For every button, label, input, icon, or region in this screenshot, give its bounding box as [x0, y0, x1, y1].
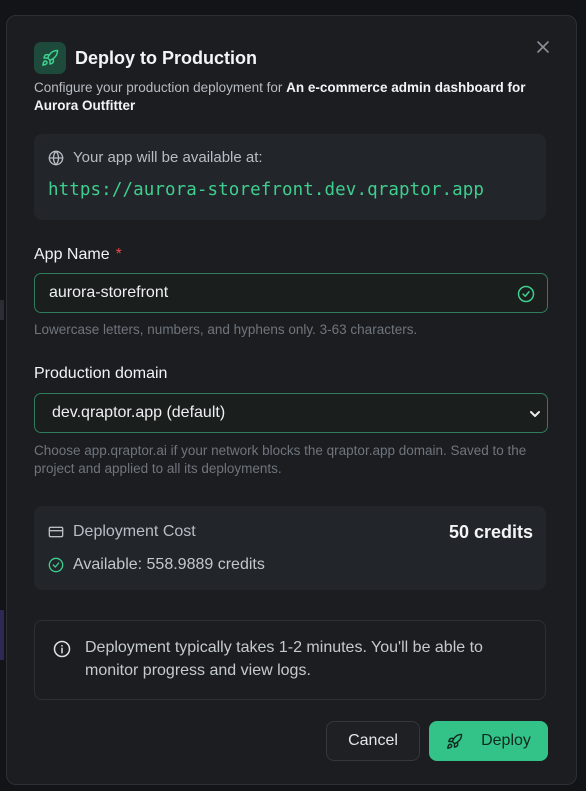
url-label: Your app will be available at:: [48, 149, 263, 166]
info-icon: [53, 640, 71, 658]
cancel-button-label: Cancel: [348, 732, 398, 749]
dialog-subtitle: Configure your production deployment for…: [34, 79, 534, 115]
app-name-help: Lowercase letters, numbers, and hyphens …: [34, 322, 418, 337]
close-icon[interactable]: [536, 40, 550, 54]
app-name-label: App Name *: [34, 246, 122, 264]
subtitle-prefix: Configure your production deployment for: [34, 80, 287, 95]
deploy-button-label: Deploy: [481, 732, 531, 749]
dialog-header: Deploy to Production: [34, 42, 257, 74]
domain-select[interactable]: dev.qraptor.app (default): [34, 393, 548, 433]
credit-card-icon: [48, 526, 64, 538]
app-name-label-text: App Name: [34, 246, 110, 263]
required-mark: *: [115, 246, 122, 263]
info-notice: Deployment typically takes 1-2 minutes. …: [34, 620, 546, 700]
check-circle-icon: [48, 557, 64, 573]
rocket-icon: [34, 42, 66, 74]
cancel-button[interactable]: Cancel: [326, 721, 420, 761]
cost-title-text: Deployment Cost: [73, 523, 196, 540]
globe-icon: [48, 149, 64, 166]
chevron-down-icon: [530, 411, 540, 417]
deploy-button[interactable]: Deploy: [429, 721, 548, 761]
background-fragment: [0, 610, 4, 660]
background-fragment: [0, 300, 4, 320]
info-text: Deployment typically takes 1-2 minutes. …: [85, 639, 483, 679]
url-label-text: Your app will be available at:: [73, 149, 263, 166]
cost-amount: 50 credits: [448, 522, 533, 542]
deployment-cost-panel: Deployment Cost 50 credits Available: 55…: [34, 506, 546, 590]
domain-help: Choose app.qraptor.ai if your network bl…: [34, 443, 527, 476]
check-circle-icon: [517, 285, 535, 303]
app-name-input[interactable]: aurora-storefront: [34, 273, 548, 313]
domain-selected-value: dev.qraptor.app (default): [52, 404, 226, 421]
available-credits-text: Available: 558.9889 credits: [73, 556, 265, 573]
domain-label: Production domain: [34, 365, 168, 382]
cost-title: Deployment Cost: [48, 523, 196, 541]
rocket-icon: [447, 733, 463, 749]
app-url[interactable]: https://aurora-storefront.dev.qraptor.ap…: [48, 180, 484, 200]
app-name-value: aurora-storefront: [49, 284, 169, 301]
app-url-panel: Your app will be available at: https://a…: [34, 134, 546, 220]
available-credits: Available: 558.9889 credits: [48, 556, 265, 574]
deploy-dialog: Deploy to Production Configure your prod…: [6, 15, 577, 785]
dialog-title: Deploy to Production: [75, 47, 257, 68]
